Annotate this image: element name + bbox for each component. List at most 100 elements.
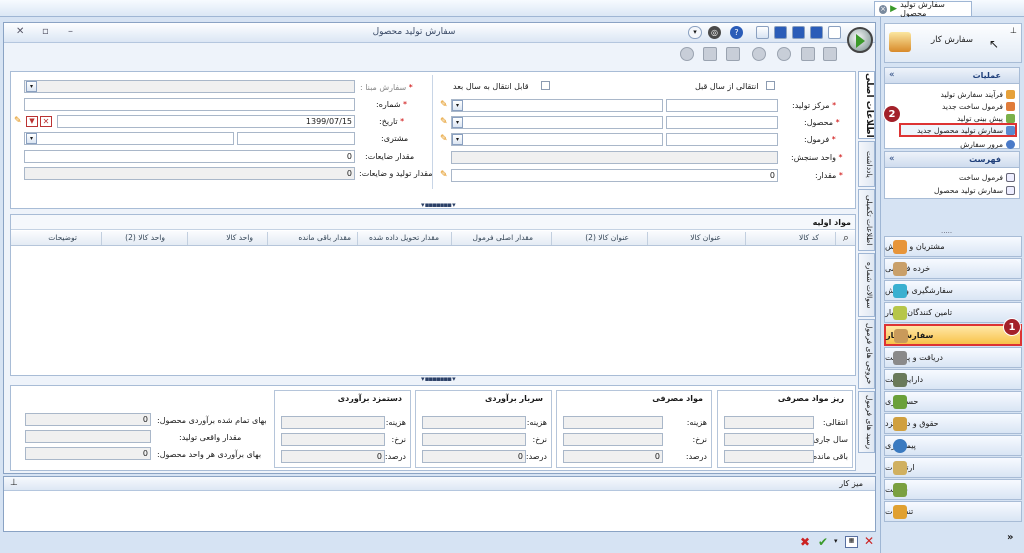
more-dropdown-icon[interactable]: ▾ [834,537,838,545]
wrench-icon[interactable] [801,47,815,61]
save-icon[interactable] [810,26,823,39]
module-contracting[interactable]: پیمانکاری [884,435,1022,456]
grid-splitter-grip[interactable]: ▾ ▪▪▪▪▪▪▪ ▾ [421,375,456,383]
customers-icon [893,240,907,254]
splitter-grip[interactable]: ▾ ▪▪▪▪▪▪▪ ▾ [421,201,456,209]
module-company[interactable]: شرکت [884,479,1022,500]
expand-chevron-icon[interactable]: » [1007,532,1013,543]
actual-qty-field [25,430,151,443]
transferable-next-checkbox[interactable] [541,81,550,90]
customer-name-field[interactable] [24,132,234,145]
close-icon[interactable]: × [879,4,888,14]
module-suppliers-warehouse[interactable]: تامین کنندگان و انبار [884,302,1022,323]
module-receipts-payments[interactable]: دریافت و پرداخت [884,347,1022,368]
pin-icon[interactable]: ⊥ [10,478,18,488]
close-icon[interactable]: ✕ [864,534,874,548]
operations-header[interactable]: « عملیات [885,68,1019,84]
filter-icon[interactable]: ▼ [26,116,38,127]
tab-formula-receipts[interactable]: رسید های فرمول [858,391,875,453]
col-unit[interactable]: واحد کالا [226,233,253,242]
new-document-icon[interactable] [828,26,841,39]
save-all-icon[interactable] [774,26,787,39]
edit-center-icon[interactable]: ✎ [440,100,448,111]
pin-icon[interactable]: ⊥ [1010,26,1017,35]
close-window-icon[interactable]: ✕ [16,26,24,37]
op-new-formula[interactable]: فرمول ساخت جدید [942,100,1015,112]
dropdown-icon[interactable]: ▾ [688,26,702,39]
gear-check-icon[interactable] [777,47,791,61]
module-ordering-distribution[interactable]: سفارشگیری و پخش [884,280,1022,301]
production-center-dropdown[interactable]: ▾ [452,100,463,111]
product-name[interactable] [451,116,663,129]
col-item-title-2[interactable]: عنوان کالا (2) [585,233,629,242]
minimize-window-icon[interactable]: – [68,26,73,37]
new-order-icon [1006,125,1015,135]
col-description[interactable]: توضیحات [48,233,77,242]
quantity-field[interactable]: 0 [451,169,778,182]
formula-dropdown[interactable]: ▾ [452,134,463,145]
edit-product-icon[interactable]: ✎ [440,117,448,128]
module-customers-sales[interactable]: مشتریان و فروش [884,236,1022,257]
tools-icon[interactable] [823,47,837,61]
op-new-production-order[interactable]: سفارش تولید محصول جدید [899,123,1017,137]
confirm-icon[interactable]: ✔ [818,535,828,549]
module-accounting[interactable]: حسابداری [884,391,1022,412]
formula-name[interactable] [451,133,663,146]
date-field[interactable]: 1399/07/15 [57,115,355,128]
cancel-icon[interactable]: ✖ [800,535,810,549]
module-settings[interactable]: تنظیمات [884,501,1022,522]
customer-dropdown[interactable]: ▾ [26,133,37,144]
print-icon[interactable] [756,26,769,39]
search-icon[interactable]: ⌕ [843,231,849,245]
customer-code-field[interactable] [237,132,355,145]
edit-date-icon[interactable]: ✎ [14,116,22,127]
list-icon[interactable] [726,47,740,61]
chevron-up-icon[interactable]: « [889,70,895,80]
module-work-order[interactable]: سفارش کار [884,324,1022,346]
number-field[interactable] [24,98,355,111]
production-center-code[interactable] [666,99,778,112]
waste-qty-field[interactable]: 0 [24,150,355,163]
clear-date-icon[interactable]: ✕ [40,116,52,127]
product-dropdown[interactable]: ▾ [452,117,463,128]
grid-icon[interactable] [703,47,717,61]
edit-quantity-icon[interactable]: ✎ [440,170,448,181]
module-retail[interactable]: خرده فروشی [884,258,1022,279]
document-tab[interactable]: × ▶ سفارش تولید محصول [874,0,972,18]
col-unit-2[interactable]: واحد کالا (2) [125,233,165,242]
transfer-prev-checkbox[interactable] [766,81,775,90]
col-item-code[interactable]: کد کالا [799,233,819,242]
list-formula[interactable]: فرمول ساخت [959,171,1015,183]
product-code[interactable] [666,116,778,129]
settings-icon[interactable]: ◎ [708,26,721,39]
module-communications[interactable]: ارتباطات [884,457,1022,478]
base-order-dropdown[interactable]: ▾ [26,81,37,92]
tab-notes[interactable]: یادداشت [858,141,875,187]
list-header[interactable]: « فهرست [885,152,1019,168]
module-payroll[interactable]: حقوق و دستمزد [884,413,1022,434]
tab-main-info[interactable]: اطلاعات اصلی [858,71,875,139]
op-production-process[interactable]: فرآیند سفارش تولید [941,88,1015,100]
production-center-name[interactable] [451,99,663,112]
col-formula-qty[interactable]: مقدار اصلی فرمول [473,233,533,242]
col-item-title[interactable]: عنوان کالا [690,233,721,242]
list-production-orders[interactable]: سفارش تولید محصول [934,184,1015,196]
restore-window-icon[interactable]: ▫ [42,26,49,37]
chevron-up-icon[interactable]: « [889,154,895,164]
formula-code[interactable] [666,133,778,146]
col-remaining-qty[interactable]: مقدار باقی مانده [298,233,351,242]
tab-formula-outputs[interactable]: خروجی های فرمول [858,319,875,389]
lock-icon[interactable] [680,47,694,61]
help-icon[interactable]: ? [730,26,743,39]
op-browse-orders[interactable]: مرور سفارش [960,138,1015,150]
grid-title: مواد اولیه [812,218,851,227]
col-delivered-qty[interactable]: مقدار تحویل داده شده [369,233,439,242]
tab-extra-info[interactable]: اطلاعات تکمیلی [858,189,875,251]
tab-serials[interactable]: سوالات شماره [858,253,875,317]
save-new-icon[interactable] [792,26,805,39]
gear-icon[interactable] [752,47,766,61]
module-fixed-assets[interactable]: دارایی ثابت [884,369,1022,390]
base-order-field[interactable] [24,80,355,93]
edit-formula-icon[interactable]: ✎ [440,134,448,145]
table-icon[interactable]: ▦ [845,536,858,548]
